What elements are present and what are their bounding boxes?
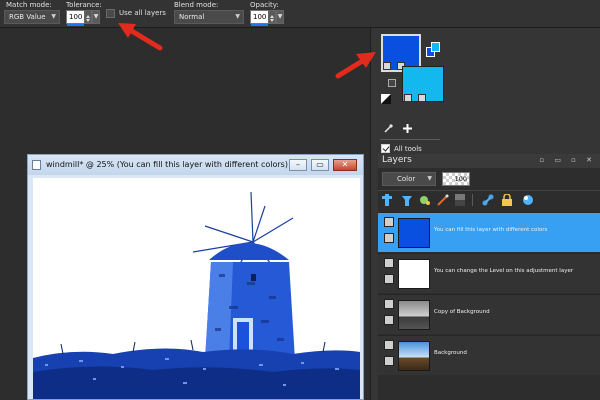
panel-window-controls[interactable]: ▫ ▭ ▫ ✕ [539,156,596,164]
image-canvas[interactable] [33,178,360,399]
layer-type-icon [384,233,394,243]
chevron-down-icon: ▼ [235,13,240,20]
layer-opacity-value: 100 [454,175,467,183]
all-tools-label: All tools [394,145,422,153]
opacity-value: 100 [253,13,267,21]
divider [378,190,600,191]
layer-opacity-field[interactable]: 100 [442,172,470,186]
tolerance-label: Tolerance: [66,1,102,9]
opacity-spinner[interactable] [268,10,276,24]
layer-row[interactable]: Background [378,335,600,375]
layer-row[interactable]: You can change the Level on this adjustm… [378,253,600,293]
new-vector-layer-icon[interactable] [401,194,413,206]
layers-panel: Layers ▫ ▭ ▫ ✕ Color ▼ 100 You can fill … [378,154,600,400]
layer-row[interactable]: You can fill this layer with different c… [378,212,600,252]
layer-row[interactable]: Copy of Background [378,294,600,334]
visibility-toggle-icon[interactable] [384,340,394,350]
layer-name: Background [434,350,467,356]
match-mode-label: Match mode: [6,1,52,9]
plus-icon[interactable] [402,123,413,134]
layer-thumbnail [398,300,430,330]
layer-thumbnail [398,341,430,371]
swatch-style-icon[interactable] [383,62,391,70]
layer-type-icon [384,274,394,284]
chevron-down-icon: ▼ [427,175,432,182]
layer-name: You can change the Level on this adjustm… [434,268,574,274]
swap-colors-icon[interactable] [388,79,396,87]
layer-name: Copy of Background [434,309,490,315]
tolerance-value: 100 [69,13,83,21]
bg-texture-icon[interactable] [418,94,426,102]
reset-colors-icon[interactable] [381,94,391,104]
minimize-button[interactable]: – [289,159,307,171]
layer-thumbnail [398,259,430,289]
divider [380,139,440,140]
tolerance-slider-button[interactable]: ▼ [92,10,100,24]
blend-mode-value: Normal [179,13,205,21]
new-adjustment-layer-icon[interactable] [455,194,465,206]
new-mask-layer-icon[interactable] [437,194,449,206]
layer-style-icon[interactable] [522,194,534,206]
link-icon[interactable] [482,194,494,206]
lock-icon[interactable] [502,194,512,206]
mini-background-swatch[interactable] [431,42,440,52]
opacity-field[interactable]: 100 [250,10,269,26]
visibility-toggle-icon[interactable] [384,299,394,309]
annotation-arrow [335,52,376,79]
chevron-down-icon: ▼ [51,13,56,20]
document-title: windmill* @ 25% (You can fill this layer… [46,160,288,169]
bg-style-icon[interactable] [404,94,412,102]
layer-name: You can fill this layer with different c… [434,227,548,233]
visibility-toggle-icon[interactable] [384,217,394,227]
layers-panel-title: Layers [382,155,412,165]
maximize-button[interactable]: ▭ [311,159,329,171]
match-mode-dropdown[interactable]: RGB Value ▼ [4,10,60,24]
annotation-arrow [118,23,163,51]
visibility-toggle-icon[interactable] [384,258,394,268]
opacity-label: Opacity: [250,1,279,9]
document-window[interactable]: windmill* @ 25% (You can fill this layer… [27,154,364,400]
tolerance-slider-bar [67,24,84,26]
opacity-slider-button[interactable]: ▼ [276,10,284,24]
blend-mode-dropdown[interactable]: Normal ▼ [174,10,244,24]
layer-type-icon [384,356,394,366]
layer-thumbnail [398,218,430,248]
document-icon [32,160,41,170]
close-button[interactable]: ✕ [333,159,357,171]
layer-blend-dropdown[interactable]: Color ▼ [382,172,436,186]
document-titlebar[interactable]: windmill* @ 25% (You can fill this layer… [28,155,363,175]
layer-blend-value: Color [397,175,416,183]
eyedropper-icon[interactable] [384,124,393,133]
layers-toolbar [382,194,548,206]
all-tools-checkbox[interactable] [381,144,390,153]
layers-panel-header: Layers ▫ ▭ ▫ ✕ [378,154,600,168]
opacity-slider-bar [251,24,268,26]
tool-options-bar: Match mode: RGB Value ▼ Tolerance: 100 ▼… [0,0,600,28]
new-raster-layer-icon[interactable] [382,194,392,206]
new-art-media-layer-icon[interactable] [419,194,431,206]
match-mode-value: RGB Value [9,13,46,21]
divider [472,194,473,206]
layer-type-icon [384,315,394,325]
blend-mode-label: Blend mode: [174,1,219,9]
windmill-image [33,178,360,399]
tolerance-spinner[interactable] [84,10,92,24]
tolerance-field[interactable]: 100 [66,10,85,26]
